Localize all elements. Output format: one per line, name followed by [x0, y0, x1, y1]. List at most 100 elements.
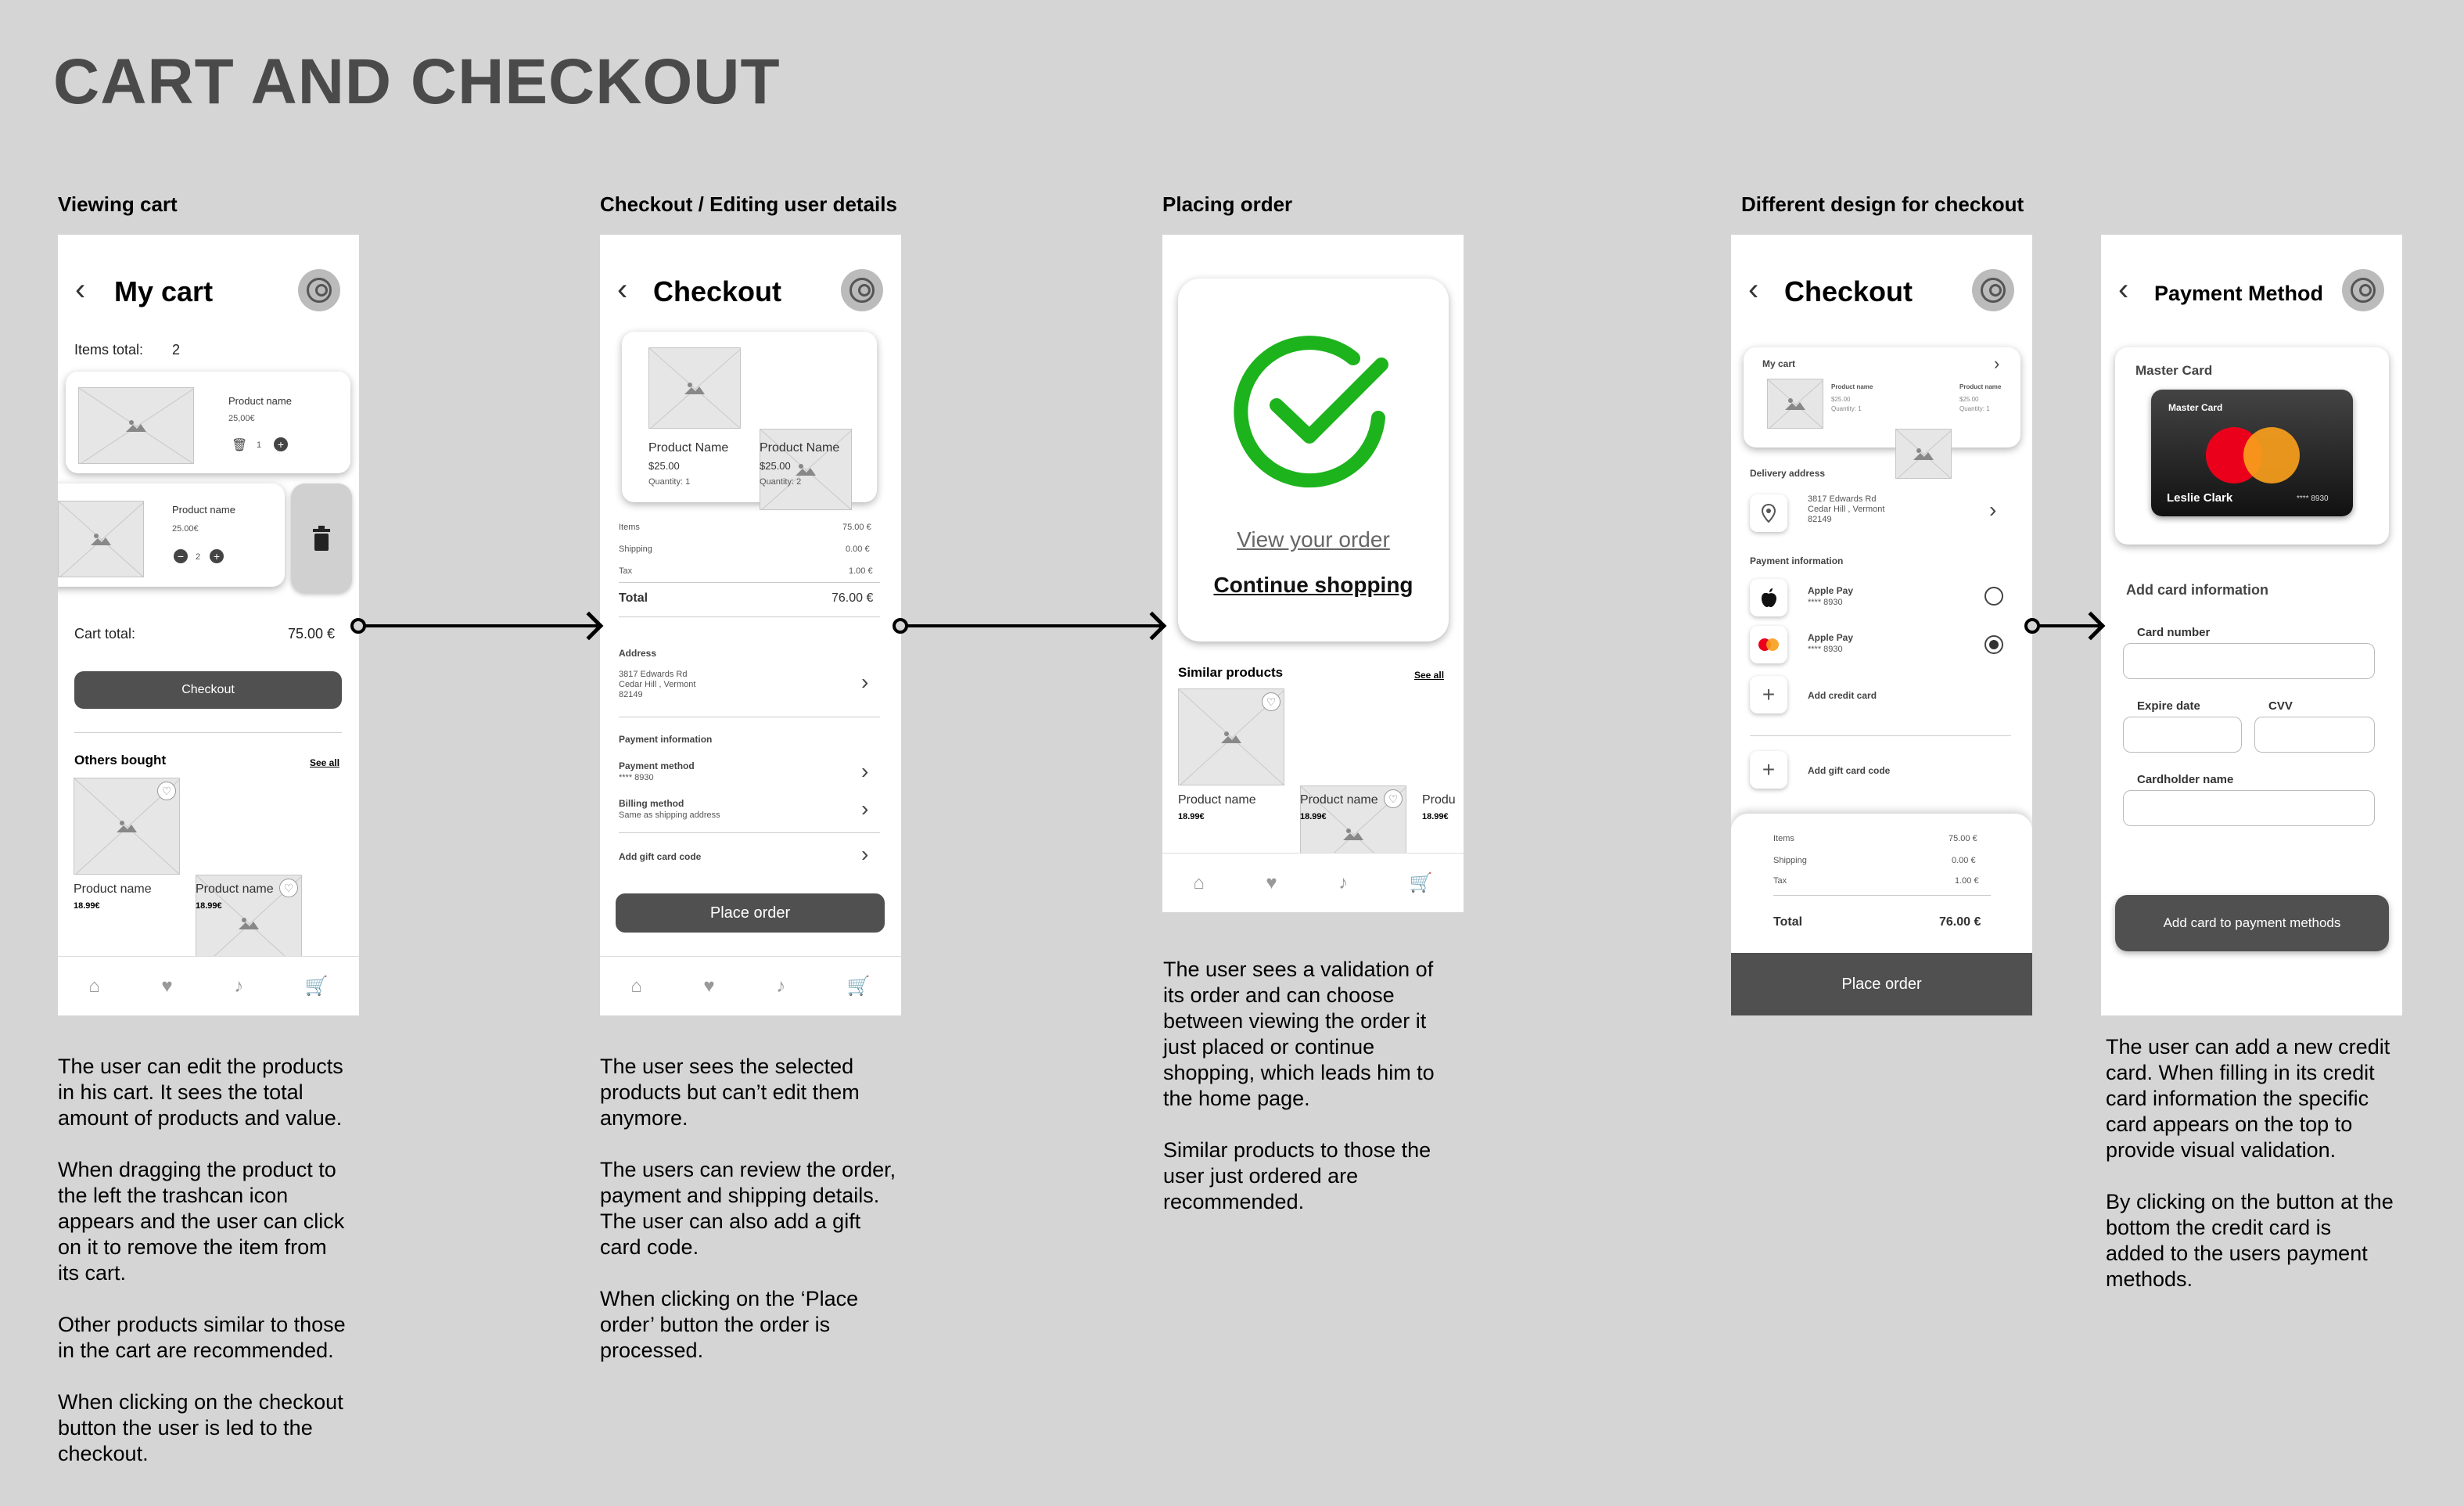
- flow-arrow-line: [365, 624, 598, 627]
- avatar-icon[interactable]: [298, 269, 340, 311]
- back-icon[interactable]: ‹: [1748, 274, 1758, 305]
- others-bought-label: Others bought: [74, 753, 167, 767]
- see-all-link[interactable]: See all: [1414, 670, 1444, 681]
- back-icon[interactable]: ‹: [2118, 274, 2128, 305]
- divider: [619, 582, 880, 583]
- place-order-button[interactable]: Place order: [1731, 953, 2032, 1015]
- card-number-text: **** 8930: [2297, 494, 2329, 503]
- continue-shopping-link[interactable]: Continue shopping: [1178, 573, 1449, 598]
- payment-option-name: Apple Pay: [1808, 632, 1854, 643]
- home-icon[interactable]: ⌂: [88, 976, 100, 997]
- cart-icon[interactable]: 🛒: [847, 975, 871, 997]
- order-products-card: Product Name $25.00 Quantity: 1 Product …: [622, 332, 877, 510]
- chevron-right-icon[interactable]: ›: [861, 796, 868, 821]
- cart-icon[interactable]: 🛒: [305, 975, 329, 997]
- recommended-product-image[interactable]: ♡: [74, 778, 180, 875]
- items-label: Items: [619, 523, 640, 532]
- cvv-input[interactable]: [2254, 717, 2375, 753]
- payment-radio[interactable]: [1984, 587, 2003, 606]
- chevron-right-icon[interactable]: ›: [861, 842, 868, 867]
- cart-total-value: 75.00 €: [288, 626, 336, 642]
- phone-checkout-alt: ‹ Checkout My cart › Product name $25.00…: [1731, 235, 2032, 1015]
- cart-icon[interactable]: 🛒: [1410, 872, 1433, 894]
- image-placeholder-icon: [1221, 731, 1241, 743]
- image-placeholder-icon: [91, 533, 111, 545]
- minus-icon[interactable]: −: [174, 549, 188, 563]
- chevron-right-icon[interactable]: ›: [861, 759, 868, 784]
- heart-icon[interactable]: ♡: [279, 879, 298, 897]
- avatar-icon[interactable]: [1972, 269, 2014, 311]
- image-placeholder-icon: [684, 382, 705, 394]
- payment-radio-selected[interactable]: [1984, 635, 2003, 654]
- plus-icon[interactable]: +: [274, 437, 288, 451]
- chevron-right-icon[interactable]: ›: [1994, 354, 1999, 374]
- payment-option-name: Apple Pay: [1808, 585, 1854, 596]
- my-cart-summary-card[interactable]: My cart › Product name $25.00 Quantity: …: [1744, 347, 2020, 479]
- total-label: Total: [1773, 915, 1803, 929]
- heart-nav-icon[interactable]: ♥: [703, 976, 714, 997]
- expire-date-input[interactable]: [2123, 717, 2242, 753]
- bell-icon[interactable]: ♪: [776, 976, 785, 997]
- see-all-link[interactable]: See all: [310, 757, 339, 768]
- image-placeholder-icon: [796, 463, 816, 476]
- add-credit-card-label[interactable]: Add credit card: [1808, 690, 1877, 701]
- delivery-address-label: Delivery address: [1750, 468, 1826, 479]
- chevron-right-icon[interactable]: ›: [1989, 498, 1996, 523]
- address-label: Address: [619, 648, 657, 659]
- items-value: 75.00 €: [1949, 834, 1977, 843]
- trash-icon[interactable]: 🗑: [232, 437, 247, 453]
- credit-card-visual: Master Card Leslie Clark **** 8930: [2151, 390, 2353, 516]
- card-number-input[interactable]: [2123, 643, 2375, 679]
- heart-icon[interactable]: ♡: [1262, 692, 1280, 711]
- heart-icon[interactable]: ♡: [157, 782, 176, 800]
- product-price: $25.00: [1959, 396, 1979, 403]
- product-quantity: Quantity: 1: [1959, 405, 1990, 412]
- avatar-icon[interactable]: [841, 269, 883, 311]
- heart-nav-icon[interactable]: ♥: [161, 976, 172, 997]
- total-value: 76.00 €: [832, 591, 874, 605]
- divider: [1750, 735, 2011, 736]
- gift-card-label[interactable]: Add gift card code: [619, 851, 701, 862]
- address-value: 3817 Edwards Rd Cedar Hill , Vermont 821…: [619, 670, 696, 699]
- similar-product-price: 18.99€: [1178, 812, 1205, 821]
- view-order-link[interactable]: View your order: [1178, 527, 1449, 552]
- checkout-button[interactable]: Checkout: [74, 671, 342, 709]
- back-icon[interactable]: ‹: [617, 274, 627, 305]
- home-icon[interactable]: ⌂: [630, 976, 642, 997]
- total-label: Total: [619, 591, 648, 605]
- avatar-icon[interactable]: [2342, 269, 2384, 311]
- cardholder-name-input[interactable]: [2123, 790, 2375, 826]
- similar-product-price: 18.99€: [1422, 812, 1449, 821]
- product-image: [78, 387, 194, 464]
- recommended-product-price: 18.99€: [74, 901, 100, 911]
- delete-item-button[interactable]: [291, 483, 352, 593]
- place-order-button[interactable]: Place order: [616, 893, 885, 933]
- shipping-label: Shipping: [619, 545, 652, 554]
- chevron-right-icon[interactable]: ›: [861, 670, 868, 695]
- heart-nav-icon[interactable]: ♥: [1266, 872, 1277, 894]
- bell-icon[interactable]: ♪: [234, 976, 243, 997]
- add-gift-card-label[interactable]: Add gift card code: [1808, 765, 1890, 776]
- back-icon[interactable]: ‹: [75, 274, 85, 305]
- plus-icon[interactable]: +: [1750, 676, 1787, 713]
- plus-icon[interactable]: +: [210, 549, 224, 563]
- divider: [1773, 895, 1991, 896]
- image-placeholder-icon: [1343, 828, 1363, 840]
- items-value: 75.00 €: [842, 523, 871, 532]
- shipping-value: 0.00 €: [846, 545, 870, 554]
- phone-checkout: ‹ Checkout Product Name $25.00 Quantity:…: [600, 235, 901, 1015]
- column-heading-viewing-cart: Viewing cart: [58, 192, 178, 216]
- add-card-button[interactable]: Add card to payment methods: [2115, 895, 2389, 951]
- cart-item-dragged[interactable]: Product name 25.00€ − 2 +: [58, 483, 285, 587]
- similar-product-image[interactable]: ♡: [1178, 688, 1284, 785]
- tax-label: Tax: [619, 566, 633, 576]
- divider: [619, 832, 880, 833]
- card-number-label: Card number: [2137, 626, 2211, 639]
- column-heading-placing-order: Placing order: [1162, 192, 1293, 216]
- home-icon[interactable]: ⌂: [1193, 872, 1205, 894]
- cart-item[interactable]: Product name 25,00€ 🗑 1 +: [66, 372, 350, 473]
- bell-icon[interactable]: ♪: [1338, 872, 1348, 894]
- plus-icon[interactable]: +: [1750, 751, 1787, 789]
- bottom-nav: ⌂ ♥ ♪ 🛒: [58, 956, 359, 1015]
- heart-icon[interactable]: ♡: [1384, 789, 1403, 808]
